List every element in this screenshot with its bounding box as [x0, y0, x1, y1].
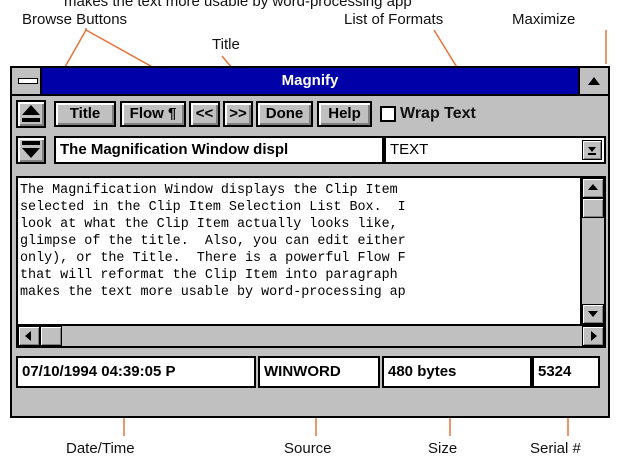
callout-size: Size — [428, 440, 458, 457]
content-line: that will reformat the Clip Item into pa… — [20, 268, 398, 283]
cut-off-text-line: makes the text more usable by word-proce… — [64, 0, 412, 10]
scroll-right-button[interactable] — [582, 326, 604, 346]
browse-down-icon — [22, 141, 40, 158]
scroll-right-icon — [591, 331, 597, 341]
content-line: selected in the Clip Item Selection List… — [20, 200, 406, 215]
browse-up-button[interactable] — [16, 100, 46, 128]
window-title: Magnify — [281, 72, 339, 89]
title-button[interactable]: Title — [54, 101, 116, 127]
scroll-up-button[interactable] — [582, 178, 604, 198]
callout-title: Title — [212, 36, 240, 53]
status-source: WINWORD — [258, 356, 380, 388]
content-line: The Magnification Window displays the Cl… — [20, 183, 398, 198]
wrap-text-label[interactable]: Wrap Text — [400, 105, 476, 123]
content-line: look at what the Clip Item actually look… — [20, 217, 398, 232]
clip-content-textarea[interactable]: The Magnification Window displays the Cl… — [16, 176, 582, 326]
flow-button[interactable]: Flow ¶ — [120, 101, 186, 127]
scroll-down-icon — [588, 311, 598, 317]
browse-up-icon — [22, 105, 40, 122]
maximize-icon — [588, 77, 600, 85]
content-line: makes the text more usable by word-proce… — [20, 285, 406, 300]
status-serial: 5324 — [532, 356, 600, 388]
horizontal-scrollbar[interactable] — [16, 326, 606, 348]
clip-content-text: The Magnification Window displays the Cl… — [20, 182, 580, 301]
horizontal-scroll-thumb[interactable] — [40, 326, 62, 346]
scroll-left-button[interactable] — [18, 326, 40, 346]
wrap-text-checkbox[interactable] — [380, 106, 396, 122]
scroll-down-button[interactable] — [582, 304, 604, 324]
scroll-up-icon — [588, 184, 598, 190]
callout-source: Source — [284, 440, 332, 457]
dropdown-arrow-icon — [588, 147, 596, 155]
format-dropdown-button[interactable] — [582, 140, 602, 160]
browse-down-button[interactable] — [16, 136, 46, 164]
next-button[interactable]: >> — [223, 101, 253, 127]
help-button[interactable]: Help — [317, 101, 372, 127]
status-size: 480 bytes — [382, 356, 532, 388]
clip-title-field[interactable]: The Magnification Window displ — [54, 136, 384, 164]
content-line: only), or the Title. There is a powerful… — [20, 251, 406, 266]
callout-date-time: Date/Time — [66, 440, 135, 457]
callout-browse-buttons: Browse Buttons — [22, 11, 128, 28]
system-menu-button[interactable] — [12, 68, 42, 94]
title-bar[interactable]: Magnify — [12, 68, 608, 96]
callout-maximize: Maximize — [512, 11, 576, 28]
format-select[interactable]: TEXT — [384, 136, 606, 164]
maximize-button[interactable] — [578, 68, 608, 94]
format-select-value: TEXT — [390, 141, 429, 158]
status-datetime: 07/10/1994 04:39:05 P — [16, 356, 256, 388]
vertical-scrollbar[interactable] — [582, 176, 606, 326]
status-bar: 07/10/1994 04:39:05 P WINWORD 480 bytes … — [12, 350, 608, 416]
done-button[interactable]: Done — [256, 101, 313, 127]
callout-list-of-formats: List of Formats — [344, 11, 444, 28]
previous-button[interactable]: << — [189, 101, 220, 127]
vertical-scroll-thumb[interactable] — [582, 198, 604, 218]
callout-serial: Serial # — [530, 440, 581, 457]
content-line: glimpse of the title. Also, you can edit… — [20, 234, 406, 249]
scroll-left-icon — [25, 331, 31, 341]
system-menu-icon — [18, 78, 38, 84]
magnify-window: Magnify Title Flow ¶ << >> Done Help Wra… — [10, 66, 610, 418]
